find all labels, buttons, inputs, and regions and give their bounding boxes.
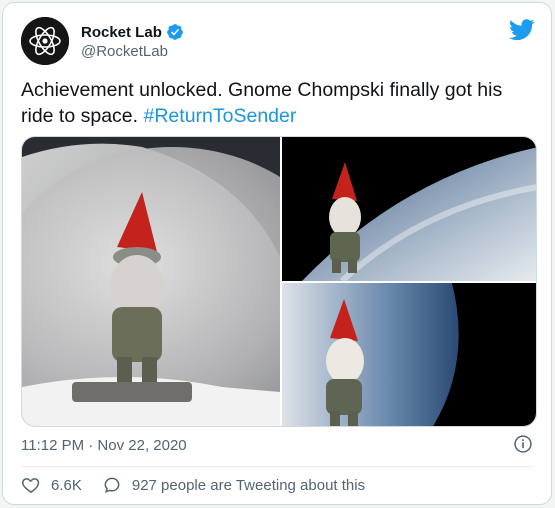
divider — [21, 466, 533, 467]
tweet-card: Rocket Lab @RocketLab Achievement unlock… — [2, 2, 552, 505]
heart-icon — [21, 478, 40, 493]
display-name[interactable]: Rocket Lab — [81, 24, 162, 41]
verified-badge-icon — [166, 24, 183, 40]
tweet-text: Achievement unlocked. Gnome Chompski fin… — [21, 77, 536, 129]
tweet-timestamp[interactable]: 11:12 PM · Nov 22, 2020 — [21, 437, 187, 454]
gnome-earth-photo-top-right[interactable] — [282, 137, 537, 281]
like-count: 6.6K — [51, 476, 82, 494]
info-icon[interactable] — [513, 434, 533, 454]
author-name-row: Rocket Lab — [81, 23, 184, 41]
user-handle[interactable]: @RocketLab — [81, 43, 168, 60]
avatar[interactable] — [21, 17, 69, 65]
gnome-earth-photo-bottom-right[interactable] — [282, 283, 537, 427]
media-grid — [21, 136, 537, 427]
tweeting-about-link[interactable]: 927 people are Tweeting about this — [102, 475, 365, 495]
speech-bubble-icon — [104, 477, 120, 493]
rocket-lab-logo — [21, 17, 69, 65]
gnome-earth-photo-left[interactable] — [22, 137, 280, 427]
twitter-bird-icon[interactable] — [509, 19, 535, 41]
tweeting-about-text: 927 people are Tweeting about this — [131, 476, 366, 494]
hashtag-link[interactable]: #ReturnToSender — [144, 105, 297, 127]
tweet-actions: 6.6K 927 people are Tweeting about this — [21, 475, 365, 495]
like-button[interactable]: 6.6K — [21, 475, 82, 495]
